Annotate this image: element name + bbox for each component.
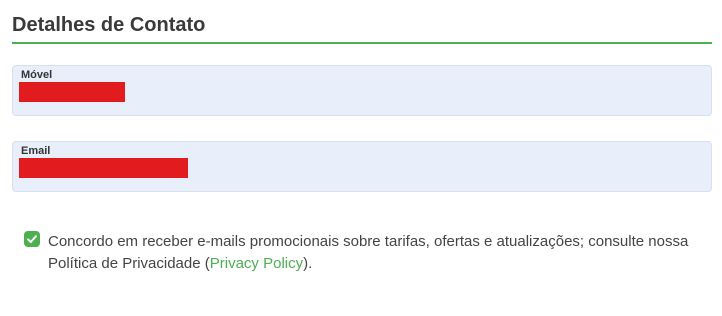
email-field[interactable]: Email	[12, 141, 712, 192]
consent-text-before: Concordo em receber e-mails promocionais…	[48, 233, 689, 272]
mobile-field-label: Móvel	[21, 69, 53, 81]
privacy-policy-link[interactable]: Privacy Policy	[210, 255, 303, 272]
mobile-field[interactable]: Móvel	[12, 65, 712, 116]
consent-text-after: ).	[303, 255, 313, 272]
email-field-label: Email	[21, 145, 51, 157]
section-divider	[12, 42, 712, 44]
mobile-field-value-redacted[interactable]	[19, 82, 125, 102]
email-field-value-redacted[interactable]	[19, 158, 188, 178]
section-title: Detalhes de Contato	[12, 14, 206, 36]
consent-text: Concordo em receber e-mails promocionais…	[48, 231, 704, 275]
check-circle-icon[interactable]	[24, 231, 40, 247]
